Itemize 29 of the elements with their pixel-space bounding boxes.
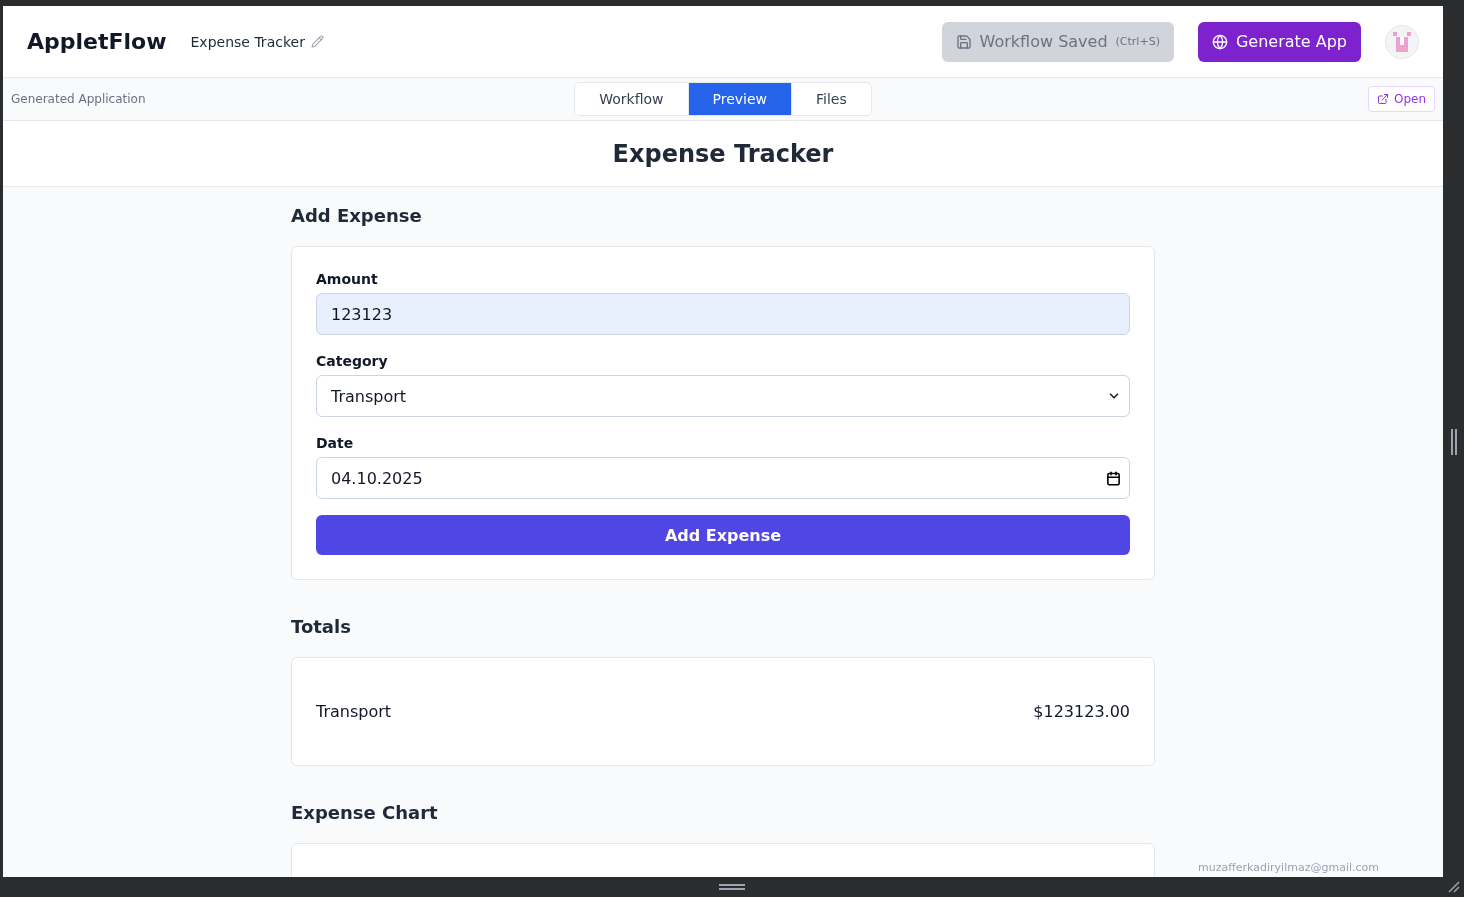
section-heading: Add Expense	[291, 205, 423, 226]
open-button[interactable]: Open	[1367, 86, 1435, 112]
external-link-icon	[1376, 93, 1389, 105]
resize-handle-icon[interactable]	[1450, 428, 1457, 455]
brand-logo: AppletFlow	[27, 29, 167, 54]
generate-app-button[interactable]: Generate App	[1197, 21, 1361, 62]
add-expense-button[interactable]: Add Expense	[316, 515, 1130, 555]
field-label: Date	[316, 435, 354, 451]
footer-email: muzafferkadiryilmaz@gmail.com	[1198, 861, 1379, 874]
globe-icon	[1211, 33, 1228, 50]
category-select[interactable]: Transport	[316, 375, 1130, 417]
field-label: Category	[316, 353, 388, 369]
amount-field[interactable]: 123123	[316, 293, 1130, 335]
shortcut-hint: (Ctrl+S)	[1115, 35, 1160, 48]
view-tab[interactable]: Preview	[688, 83, 793, 115]
app-title: Expense Tracker	[612, 139, 834, 168]
view-tab[interactable]: Workflow	[575, 83, 689, 115]
date-field[interactable]: 04.10.2025	[316, 457, 1130, 499]
total-amount: $123123.00	[1033, 702, 1130, 721]
section-heading: Totals	[291, 616, 352, 637]
field-label: Amount	[316, 271, 378, 287]
category-name: Transport	[316, 702, 392, 721]
project-name: Expense Tracker	[190, 33, 305, 50]
save-icon	[955, 33, 972, 50]
calendar-icon[interactable]	[1106, 470, 1121, 486]
toolbar-caption: Generated Application	[11, 92, 147, 106]
resize-handle-icon[interactable]	[719, 884, 745, 890]
section-heading: Expense Chart	[291, 802, 439, 823]
corner-grip-icon[interactable]	[1448, 881, 1460, 893]
